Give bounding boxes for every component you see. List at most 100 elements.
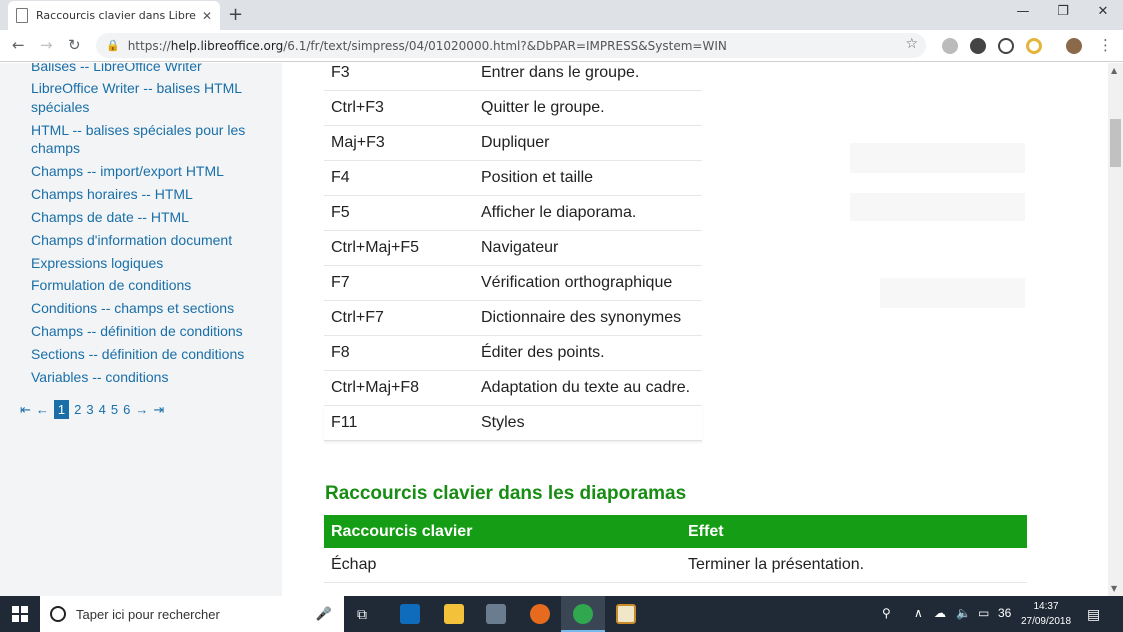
extension-gauge-icon[interactable] [998,38,1014,54]
address-bar[interactable]: 🔒 https://help.libreoffice.org/6.1/fr/te… [96,33,926,58]
sidebar-link[interactable]: Formulation de conditions [31,276,191,294]
pager-page[interactable]: 4 [99,402,106,417]
volume-icon[interactable]: 🔈 [956,606,971,620]
pager-page[interactable]: 3 [86,402,93,417]
clock[interactable]: 14:37 27/09/2018 [1010,599,1082,629]
taskbar-search[interactable]: Taper ici pour rechercher 🎤 [40,596,344,632]
page-icon [16,8,28,23]
extension-ring-icon[interactable] [1026,38,1042,54]
sidebar-link[interactable]: champs [31,139,80,157]
sidebar-link[interactable]: Sections -- définition de conditions [31,345,244,363]
tab-strip: Raccourcis clavier dans LibreOffic ✕ + —… [0,0,1123,30]
close-window-icon[interactable]: ✕ [1088,4,1118,19]
microphone-icon[interactable]: 🎤 [316,607,332,622]
table-row: Ctrl+Maj+F5 Navigateur [324,231,702,266]
shortcut-key: F7 [331,274,350,291]
shortcut-effect: Vérification orthographique [481,274,673,291]
pager-next-icon[interactable]: → [135,402,148,417]
menu-icon[interactable]: ⋮ [1098,36,1113,54]
sidebar-link[interactable]: Variables -- conditions [31,368,168,386]
pager-page[interactable]: 5 [111,402,118,417]
shortcut-key: F8 [331,344,350,361]
bookmark-star-icon[interactable]: ☆ [905,36,918,52]
sidebar-link[interactable]: LibreOffice Writer -- balises HTML [31,79,242,97]
pager-page[interactable]: 2 [74,402,81,417]
shortcut-key: F5 [331,204,350,221]
extension-icon[interactable] [970,38,986,54]
sidebar-link[interactable]: Champs d'information document [31,231,232,249]
table-row: F11 Styles [324,406,702,441]
store-icon[interactable] [486,604,506,624]
vertical-scrollbar[interactable]: ▲ ▼ [1108,63,1123,596]
sidebar-link[interactable]: spéciales [31,98,89,116]
sidebar-link[interactable]: Expressions logiques [31,254,163,272]
shortcut-effect: Quitter le groupe. [481,99,605,116]
taskbar: Taper ici pour rechercher 🎤 ⧉ ⚲ ∧ ☁ 🔈 ▭ … [0,596,1123,632]
pager-first-icon[interactable]: ⇤ [20,402,31,418]
tab-title: Raccourcis clavier dans LibreOffic [36,9,196,22]
libreoffice-icon[interactable] [616,604,636,624]
shortcut-key: Maj+F3 [331,134,385,151]
people-icon[interactable]: ⚲ [882,606,891,620]
minimize-icon[interactable]: — [1008,4,1038,19]
pager-page[interactable]: 6 [123,402,130,417]
notifications-icon[interactable]: ▤ [1087,606,1100,623]
table-row: F7 Vérification orthographique [324,266,702,301]
sidebar-index: Balises -- LibreOffice Writer LibreOffic… [0,63,282,596]
file-explorer-icon[interactable] [444,604,464,624]
pager-last-icon[interactable]: ⇥ [153,402,164,418]
shortcut-key: Ctrl+Maj+F5 [331,239,420,256]
section-heading: Raccourcis clavier dans les diaporamas [325,483,687,504]
search-placeholder: Taper ici pour rechercher [76,606,220,622]
sidebar-link[interactable]: Champs de date -- HTML [31,208,189,226]
avatar[interactable] [1066,38,1082,54]
slideshow-table-header: Raccourcis clavier Effet [324,515,1027,548]
sidebar-link[interactable]: HTML -- balises spéciales pour les [31,121,245,139]
shortcut-effect: Position et taille [481,169,594,186]
outlook-icon[interactable] [400,604,420,624]
extension-drive-icon[interactable] [942,38,958,54]
sidebar-link[interactable]: Champs -- définition de conditions [31,322,243,340]
pager-prev-icon[interactable]: ← [36,402,49,417]
faded-block [880,278,1025,308]
shortcut-effect: Styles [481,414,525,431]
pagination: ⇤ ← 1 2 3 4 5 6 → ⇥ [20,400,169,419]
shortcut-effect: Afficher le diaporama. [481,204,637,221]
shortcut-effect: Navigateur [481,239,559,256]
faded-block [850,143,1025,173]
sidebar-link[interactable]: Champs -- import/export HTML [31,162,224,180]
table-row: Échap Terminer la présentation. [324,548,1027,583]
scrollbar-thumb[interactable] [1110,119,1121,167]
onedrive-icon[interactable]: ☁ [934,606,946,620]
chrome-icon[interactable] [573,604,593,624]
sidebar-link[interactable]: Balises -- LibreOffice Writer [31,63,202,75]
shortcut-effect: Entrer dans le groupe. [481,64,640,81]
new-tab-icon[interactable]: + [228,4,243,25]
pager-page-current[interactable]: 1 [53,400,70,419]
sidebar-link[interactable]: Champs horaires -- HTML [31,185,193,203]
close-tab-icon[interactable]: ✕ [202,9,212,23]
windows-start-icon[interactable] [12,606,28,622]
task-view-icon[interactable]: ⧉ [357,606,367,623]
browser-tab[interactable]: Raccourcis clavier dans LibreOffic ✕ [8,1,220,30]
table-row: F5 Afficher le diaporama. [324,196,702,231]
scroll-down-icon[interactable]: ▼ [1111,584,1117,593]
forward-icon[interactable]: → [40,36,53,54]
table-row: Ctrl+F3 Quitter le groupe. [324,91,702,126]
shortcut-key: Ctrl+F3 [331,99,384,116]
table-row: Maj+F3 Dupliquer [324,126,702,161]
faded-block [850,193,1025,221]
firefox-icon[interactable] [530,604,550,624]
reload-icon[interactable]: ↻ [68,36,81,54]
clock-time: 14:37 [1033,601,1059,612]
cortana-icon [50,606,66,622]
sidebar-link[interactable]: Conditions -- champs et sections [31,299,234,317]
network-icon[interactable]: ▭ [978,606,989,620]
shortcut-effect: Dictionnaire des synonymes [481,309,682,326]
back-icon[interactable]: ← [12,36,25,54]
table-row: Ctrl+Maj+F8 Adaptation du texte au cadre. [324,371,702,406]
scroll-up-icon[interactable]: ▲ [1111,66,1117,75]
browser-toolbar: ← → ↻ 🔒 https://help.libreoffice.org/6.1… [0,30,1123,62]
maximize-icon[interactable]: ❐ [1048,4,1078,19]
chevron-up-icon[interactable]: ∧ [914,606,923,620]
